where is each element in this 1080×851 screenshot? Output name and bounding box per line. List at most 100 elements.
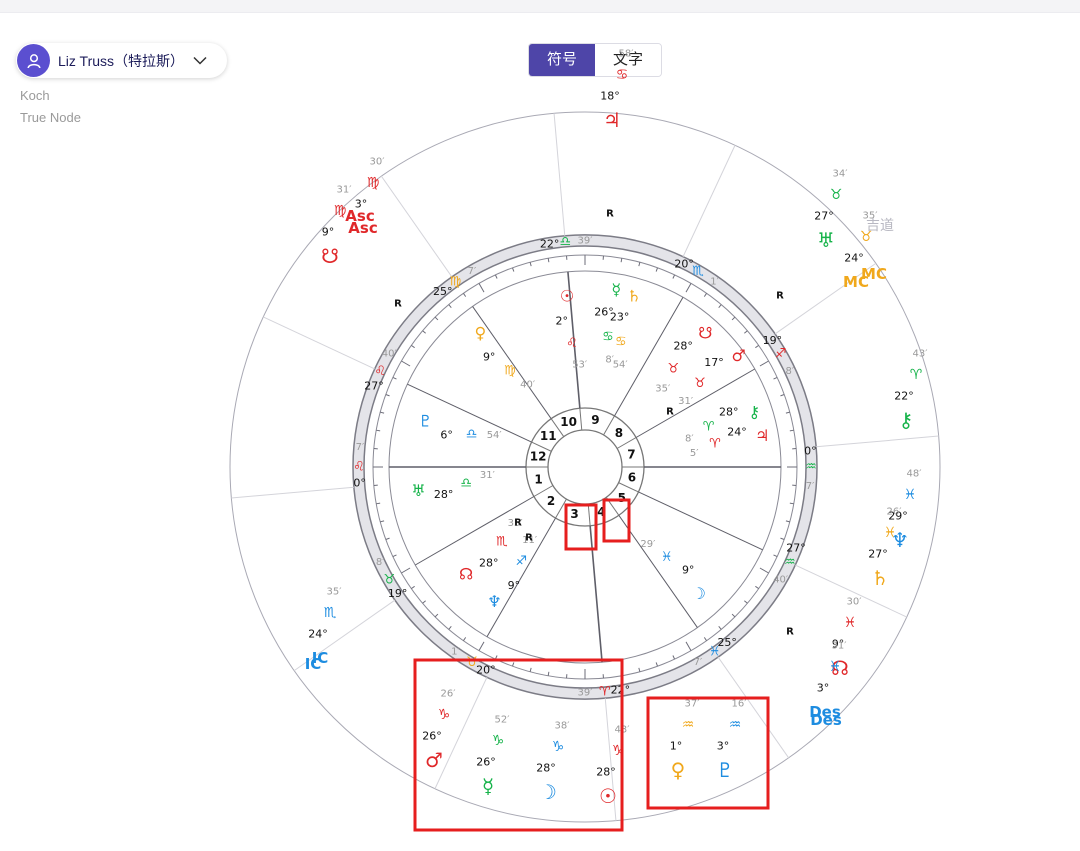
sign-spoke [263,316,375,370]
planet-minute: 54′ [487,430,503,441]
degree-tick [718,626,722,630]
outer-planet-minute: 26′ [441,689,457,700]
outer-planet-sign: ♑ [438,707,451,723]
planet-minute: 5′ [690,448,699,459]
planet-glyph: ♄ [627,286,641,305]
chart-annotation: 吉道 [866,218,894,234]
angle-label: Des [810,711,842,729]
outer-planet-degree: 27° [814,210,834,223]
outer-planet-degree: 26° [476,756,496,769]
degree-tick [380,411,385,414]
outer-planet-glyph: ☿ [482,774,494,798]
cusp-degree: 19° [763,334,783,347]
cusp-sign: ♐ [775,347,787,362]
degree-tick [380,520,385,523]
cusp-minute: 7′ [694,657,703,668]
degree-tick [494,274,498,279]
cusp-sign: ♌ [374,364,386,379]
degree-tick [785,520,790,523]
cusp-sign: ♒ [805,460,817,475]
house-number: 5 [618,491,626,505]
cusp-minute: 1′ [710,276,719,287]
degree-tick [655,267,658,272]
outer-planet-degree: 22° [894,390,914,403]
planet-degree: 24° [727,425,747,438]
degree-tick [401,360,411,367]
outer-planet-glyph: ☉ [599,784,617,808]
planet-sign: ♎ [466,427,478,442]
outer-planet-sign: ♏ [324,605,337,621]
degree-tick [392,376,397,380]
planet-minute: 53′ [572,360,588,371]
degree-tick [512,267,515,272]
planet-glyph: ☿ [611,280,621,299]
sign-spoke [380,175,453,278]
degree-tick [685,283,692,293]
outer-planet-minute: 31′ [337,185,353,196]
degree-tick [411,344,415,349]
planet-sign: ♈ [709,437,721,452]
degree-tick [529,262,532,267]
planet-sign: ♍ [504,363,516,378]
outer-planet-minute: 34′ [833,169,849,180]
sign-spoke [231,486,354,499]
planet-minute: 31′ [678,396,694,407]
outer-planet-sign: ♑ [552,739,565,755]
degree-tick [434,613,439,618]
planet-sign: ♏ [496,534,508,549]
planet-degree: 9° [508,579,521,592]
planet-degree: 28° [479,557,499,570]
degree-tick [780,394,785,397]
house-number: 3 [570,507,578,521]
cusp-sign: ♍ [450,274,462,289]
cusp-minute: 7′ [468,266,477,277]
planet-glyph: ♂ [732,346,746,365]
degree-tick [703,637,708,641]
outer-planet-degree: 24° [844,252,864,265]
degree-tick [773,376,778,380]
planet-sign: ♋ [602,330,614,345]
sign-spoke [816,435,939,448]
house-number: 2 [547,494,555,508]
degree-tick [478,641,485,651]
angle-label: MC [861,265,887,283]
outer-planet-glyph: ☽ [539,780,557,804]
degree-tick [731,613,736,618]
outer-planet-minute: 26′ [887,507,903,518]
outer-planet-glyph: ♂ [425,748,443,772]
outer-planet-glyph: ♀ [671,758,686,782]
planet-sign: ♉ [667,361,679,376]
degree-tick [547,258,550,263]
degree-tick [655,662,658,667]
highlight-box [646,696,770,810]
degree-tick [422,600,426,604]
planet-degree: 28° [673,339,693,352]
planet-degree: 2° [556,314,569,327]
degree-tick [685,641,692,651]
angle-label: Asc [345,207,374,225]
cusp-degree: 0° [353,476,366,489]
degree-tick [718,304,722,308]
planet-minute: 40′ [520,380,536,391]
outer-planet-minute: 31′ [832,641,848,652]
degree-tick [755,344,759,349]
degree-tick [672,274,676,279]
house-number: 9 [591,413,599,427]
planet-glyph: ⚷ [748,403,760,422]
degree-tick [411,585,415,590]
cusp-minute: 40′ [382,349,398,360]
planet-minute: 31′ [480,470,496,481]
degree-tick [478,283,485,293]
degree-tick [759,360,769,367]
planet-sign: ♋ [615,335,627,350]
outer-planet-sign: ♍ [367,175,380,191]
degree-tick [529,667,532,672]
cusp-degree: 20° [476,664,496,677]
degree-tick [448,626,452,630]
planet-glyph: ♃ [755,426,769,445]
cusp-degree: 19° [388,587,408,600]
cusp-degree: 27° [786,542,806,555]
retrograde-marker: R [525,533,533,544]
house-number: 10 [560,415,577,429]
cusp-minute: 8′ [785,366,794,377]
